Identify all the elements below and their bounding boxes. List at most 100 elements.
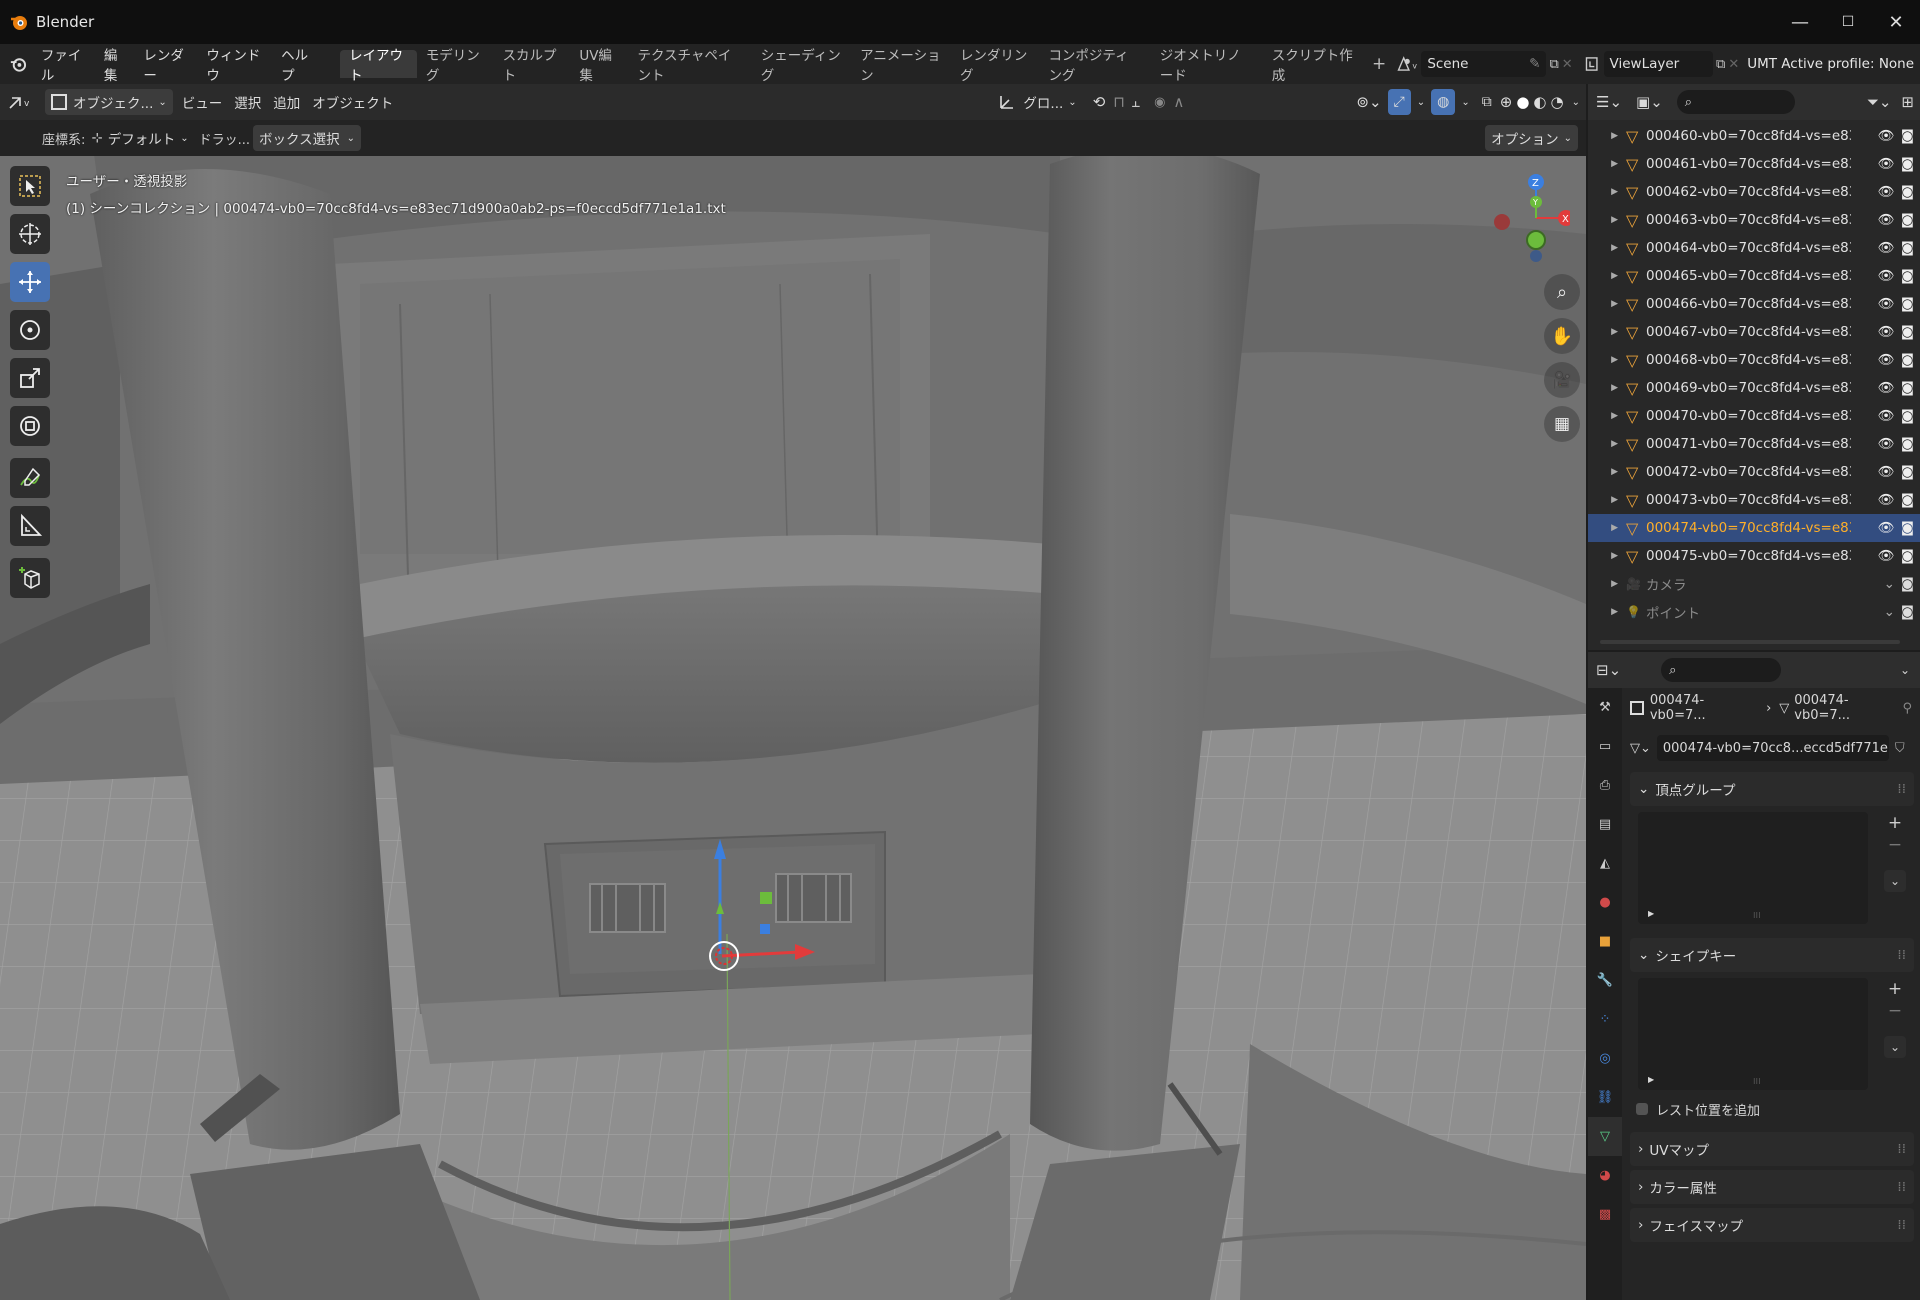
outliner-row[interactable]: ▶▽ 000471-vb0=70cc8fd4-vs=e83ec71d9 👁 ◙ [1588,430,1920,458]
show-overlays-button[interactable]: ◍ [1431,89,1456,115]
expand-triangle-icon[interactable]: ▶ [1648,1075,1654,1084]
resize-grip-icon[interactable]: ⁝⁝⁝ [1753,911,1761,920]
expand-triangle-icon[interactable]: ▶ [1588,299,1626,309]
view-layer-icon[interactable] [1583,53,1604,75]
eye-icon[interactable]: 👁 [1878,352,1895,368]
rest-position-checkbox[interactable] [1636,1103,1648,1115]
pivot-icon[interactable]: ⟲ [1093,93,1106,111]
tab-scripting[interactable]: スクリプト作成 [1263,48,1363,84]
expand-triangle-icon[interactable]: ▶ [1588,243,1626,253]
outliner-search-input[interactable]: ⌕ [1676,90,1795,114]
vertex-groups-panel-header[interactable]: ⌄ 頂点グループ ⁞⁞ [1630,772,1914,806]
outliner-row[interactable]: ▶▽ 000461-vb0=70cc8fd4-vs=e83ec71d9 👁 ◙ [1588,150,1920,178]
material-tab-icon[interactable]: ◕ [1588,1156,1622,1195]
xray-toggle-icon[interactable]: ⧉ [1476,89,1498,115]
eye-icon[interactable]: 👁 [1878,520,1895,536]
render-tab-icon[interactable]: ▭ [1588,727,1622,766]
menu-edit[interactable]: 編集 [96,44,136,84]
eye-icon[interactable]: 👁 [1878,184,1895,200]
output-tab-icon[interactable]: ⎙ [1588,766,1622,805]
mode-selector[interactable]: オブジェク... ⌄ [45,89,173,115]
wireframe-shading-icon[interactable]: ⊕ [1498,89,1515,115]
outliner-row[interactable]: ▶ 🎥 カメラ ⌄ ◙ [1588,570,1920,598]
shading-options-dropdown[interactable]: ⌄ [1566,89,1586,115]
menu-file[interactable]: ファイル [33,44,96,84]
render-camera-icon[interactable]: ◙ [1901,296,1914,312]
add-shape-key-button[interactable]: + [1884,978,1906,1000]
tab-shading[interactable]: シェーディング [752,48,851,84]
menu-select[interactable]: 選択 [228,89,267,115]
options-dropdown[interactable]: オプション ⌄ [1485,125,1578,151]
add-workspace-button[interactable]: + [1363,50,1395,78]
remove-vertex-group-button[interactable]: − [1884,834,1906,856]
render-camera-icon[interactable]: ◙ [1901,268,1914,284]
cursor-tool-icon[interactable] [10,214,50,254]
scene-tab-icon[interactable]: ◭ [1588,844,1622,883]
menu-help[interactable]: ヘルプ [273,44,324,84]
eye-icon[interactable]: 👁 [1878,464,1895,480]
proportional-edit-icon[interactable]: ◉ [1154,95,1165,110]
collapse-chevron-icon[interactable]: ⌄ [1884,604,1895,620]
scene-render[interactable] [0,156,1586,1300]
properties-editor-icon[interactable]: ⊟⌄ [1596,661,1621,679]
outliner-row[interactable]: ▶▽ 000463-vb0=70cc8fd4-vs=e83ec71d9 👁 ◙ [1588,206,1920,234]
close-button[interactable]: ✕ [1872,0,1920,44]
render-camera-icon[interactable]: ◙ [1901,408,1914,424]
outliner-row[interactable]: ▶▽ 000464-vb0=70cc8fd4-vs=e83ec71d9 👁 ◙ [1588,234,1920,262]
world-tab-icon[interactable]: ● [1588,883,1622,922]
snap-icon[interactable]: ⊓ [1113,93,1125,111]
transform-orientation-dropdown[interactable]: グロ... ⌄ ⟲ ⊓ ⫠ ◉ ∧ [991,89,1190,115]
gizmo-dropdown[interactable]: ⌄ [1411,89,1431,115]
blender-menu-icon[interactable] [8,52,29,76]
drag-handle-icon[interactable]: ⁞⁞ [1897,1141,1906,1157]
remove-shape-key-button[interactable]: − [1884,1000,1906,1022]
render-camera-icon[interactable]: ◙ [1901,604,1914,620]
outliner-row[interactable]: ▶▽ 000468-vb0=70cc8fd4-vs=e83ec71d9 👁 ◙ [1588,346,1920,374]
select-box-tool-icon[interactable] [10,166,50,206]
render-camera-icon[interactable]: ◙ [1901,380,1914,396]
eye-icon[interactable]: 👁 [1878,212,1895,228]
delete-view-layer-icon[interactable]: ✕ [1728,57,1739,72]
expand-triangle-icon[interactable]: ▶ [1588,495,1626,505]
measure-tool-icon[interactable] [10,506,50,546]
delete-scene-icon[interactable]: ✕ [1562,57,1573,72]
outliner-row[interactable]: ▶▽ 000460-vb0=70cc8fd4-vs=e83ec71d9 👁 ◙ [1588,122,1920,150]
outliner-row[interactable]: ▶▽ 000475-vb0=70cc8fd4-vs=e83ec71d9 👁 ◙ [1588,542,1920,570]
outliner-row[interactable]: ▶▽ 000462-vb0=70cc8fd4-vs=e83ec71d9 👁 ◙ [1588,178,1920,206]
drag-handle-icon[interactable]: ⁞⁞ [1897,781,1906,797]
outliner-row[interactable]: ▶▽ 000466-vb0=70cc8fd4-vs=e83ec71d9 👁 ◙ [1588,290,1920,318]
eye-icon[interactable]: 👁 [1878,156,1895,172]
eye-icon[interactable]: 👁 [1878,548,1895,564]
snap-target-icon[interactable]: ⫠ [1131,93,1140,111]
shape-keys-list[interactable]: ▶ ⁝⁝⁝ [1638,978,1868,1090]
menu-object[interactable]: オブジェクト [306,89,399,115]
outliner-row[interactable]: ▶▽ 000470-vb0=70cc8fd4-vs=e83ec71d9 👁 ◙ [1588,402,1920,430]
add-cube-tool-icon[interactable] [10,558,50,598]
expand-triangle-icon[interactable]: ▶ [1588,607,1626,617]
render-camera-icon[interactable]: ◙ [1901,520,1914,536]
new-view-layer-icon[interactable]: ⧉ [1716,57,1725,72]
render-camera-icon[interactable]: ◙ [1901,352,1914,368]
camera-view-icon[interactable]: 🎥 [1544,362,1580,398]
maximize-button[interactable]: ☐ [1824,0,1872,44]
tool-tab-icon[interactable]: ⚒ [1588,688,1622,727]
outliner-row[interactable]: ▶▽ 000467-vb0=70cc8fd4-vs=e83ec71d9 👁 ◙ [1588,318,1920,346]
expand-triangle-icon[interactable]: ▶ [1588,551,1626,561]
tab-rendering[interactable]: レンダリング [951,48,1040,84]
menu-add[interactable]: 追加 [267,89,306,115]
coordinate-system-dropdown[interactable]: ⊹ デフォルト ⌄ [85,125,194,151]
resize-grip-icon[interactable]: ⁝⁝⁝ [1753,1077,1761,1086]
face-maps-panel-header[interactable]: › フェイスマップ ⁞⁞ [1630,1208,1914,1242]
eye-icon[interactable]: 👁 [1878,324,1895,340]
scale-tool-icon[interactable] [10,358,50,398]
render-camera-icon[interactable]: ◙ [1901,156,1914,172]
render-camera-icon[interactable]: ◙ [1901,576,1914,592]
eye-icon[interactable]: 👁 [1878,408,1895,424]
eye-icon[interactable]: 👁 [1878,492,1895,508]
move-tool-icon[interactable] [10,262,50,302]
pin-icon[interactable]: ✎ [1529,56,1540,72]
outliner-scrollbar[interactable] [1600,640,1900,644]
rendered-shading-icon[interactable]: ◔ [1549,89,1566,115]
menu-window[interactable]: ウィンドウ [198,44,273,84]
collapse-chevron-icon[interactable]: ⌄ [1884,576,1895,592]
